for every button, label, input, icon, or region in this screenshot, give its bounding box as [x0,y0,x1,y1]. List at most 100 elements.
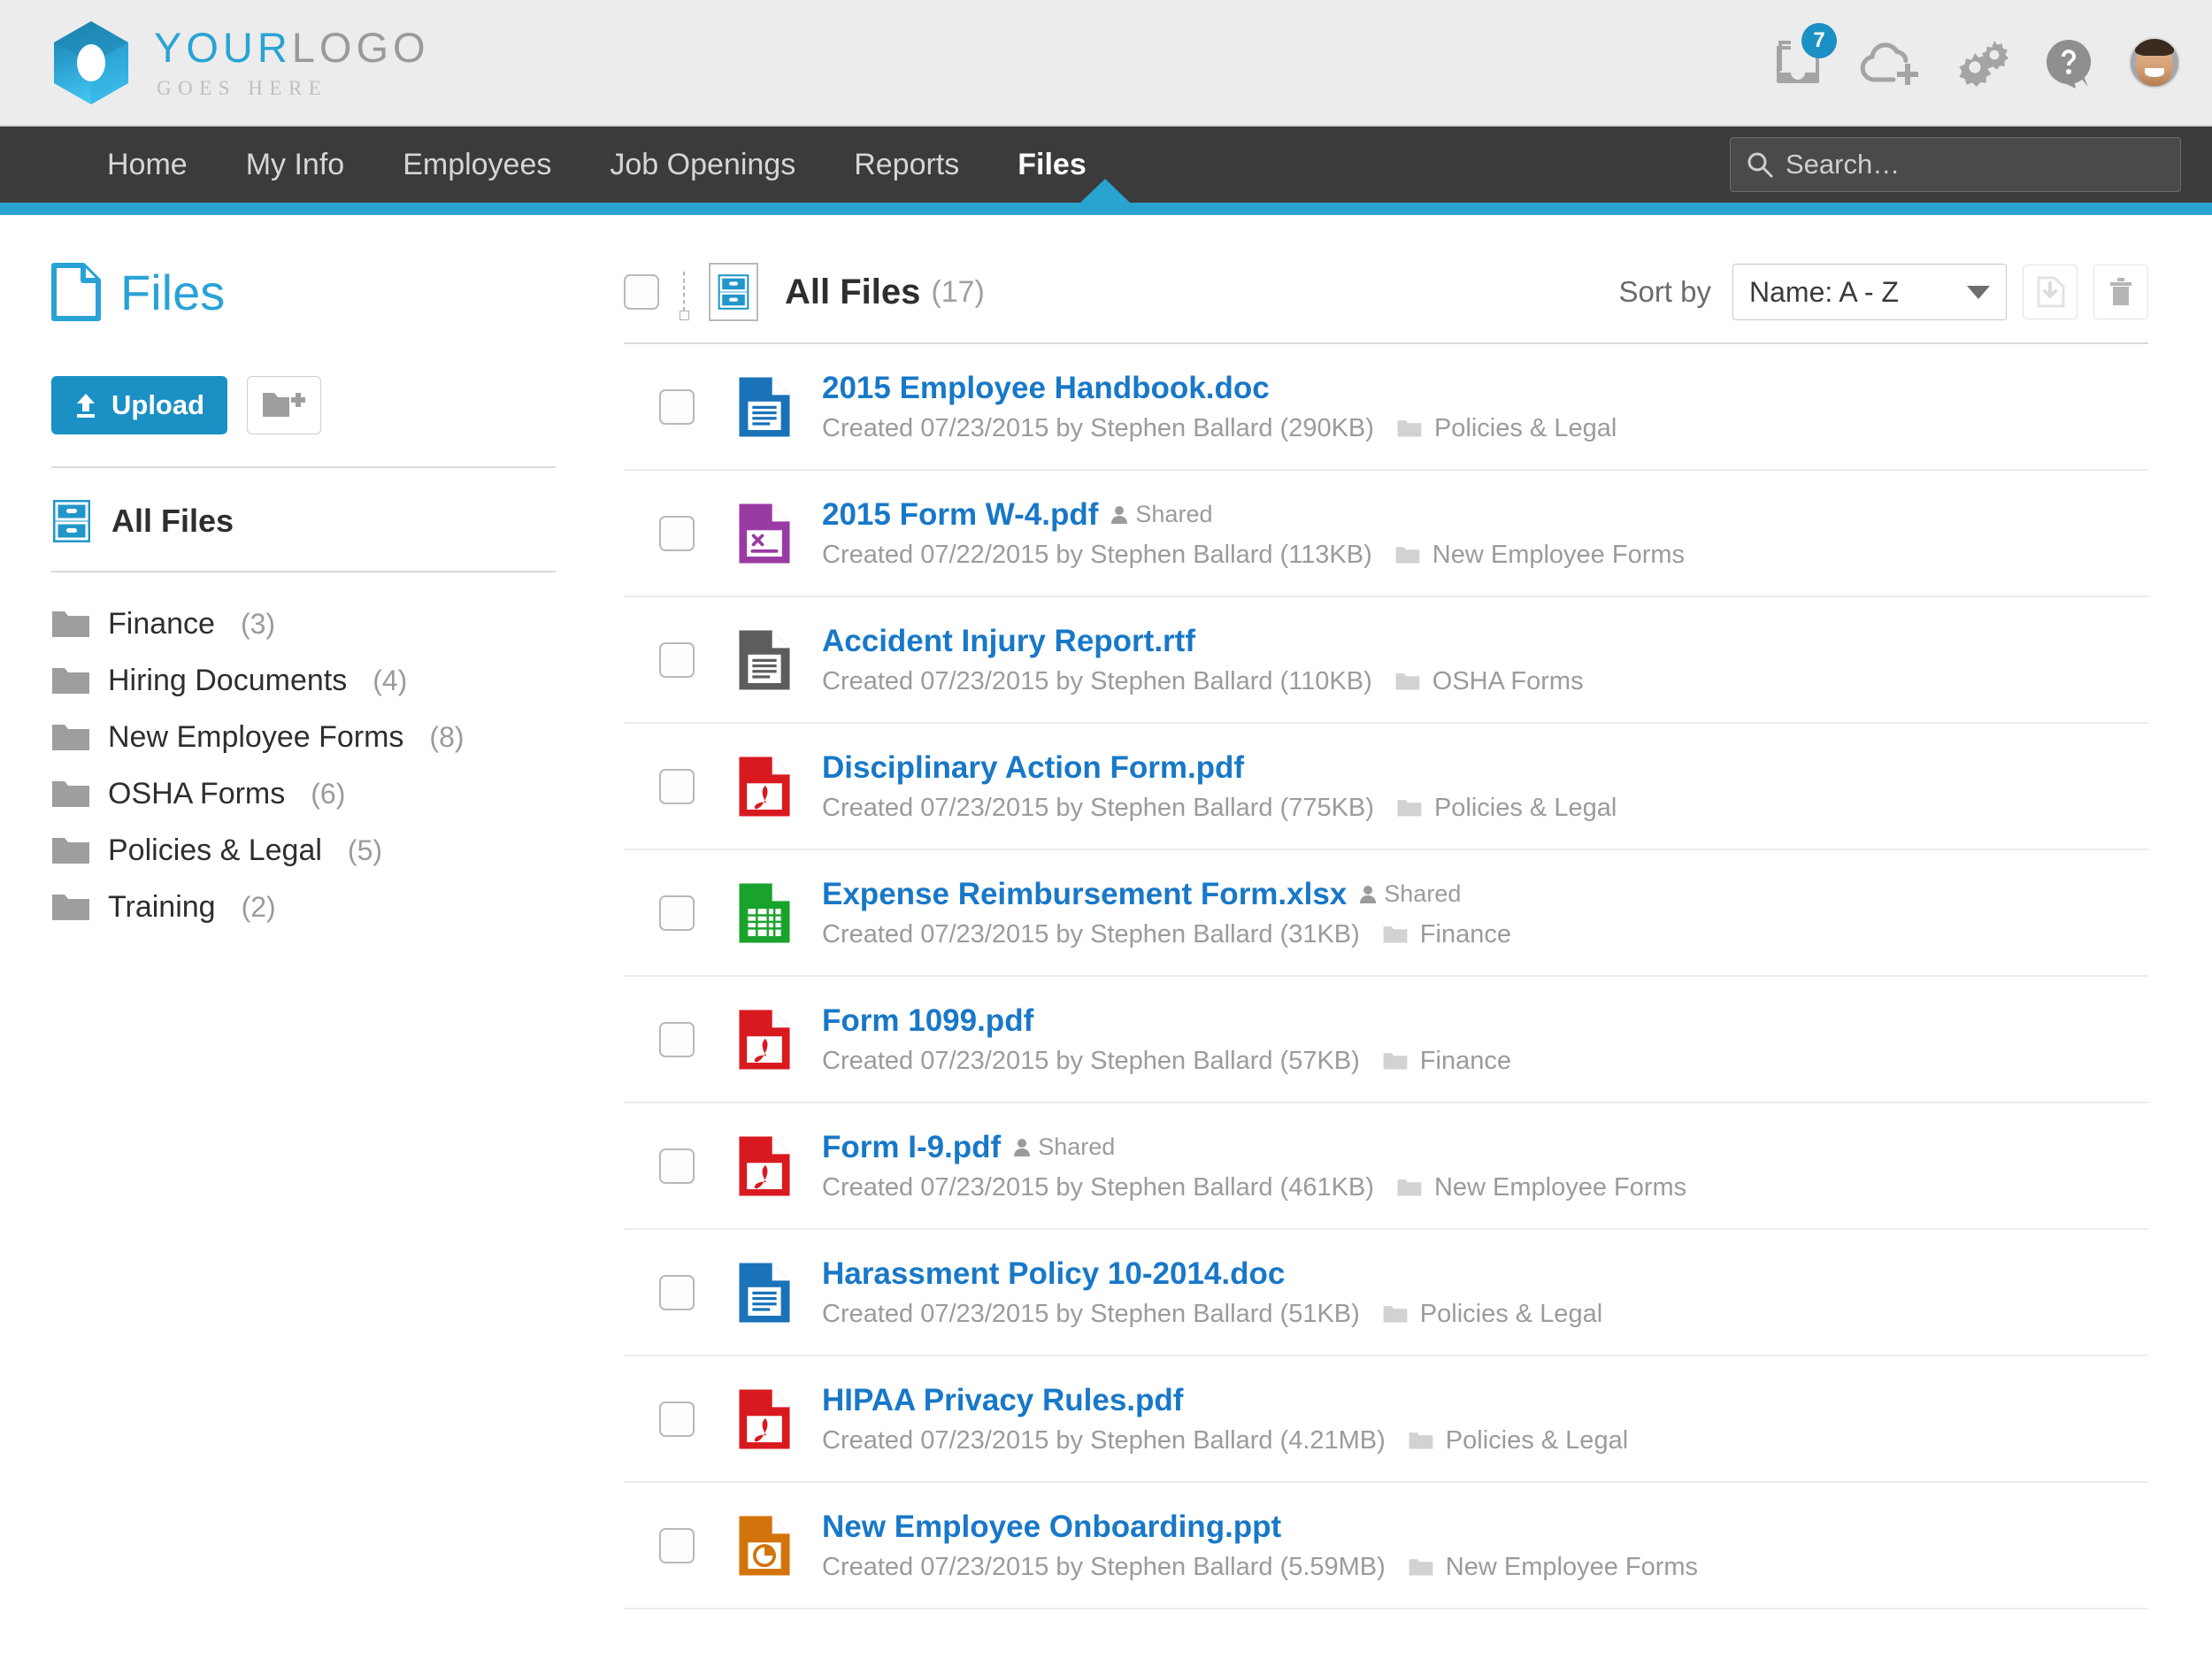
new-folder-icon [263,393,306,417]
file-created-info: Created 07/23/2015 by Stephen Ballard (5… [822,1299,1360,1328]
file-folder[interactable]: Policies & Legal [1383,1300,1602,1329]
file-list-panel: All Files (17) Sort by Name: A - Z 2015 … [624,215,2212,1609]
row-checkbox[interactable] [659,1527,695,1563]
row-checkbox[interactable] [659,515,695,551]
file-folder[interactable]: New Employee Forms [1397,1173,1686,1202]
file-folder[interactable]: Finance [1383,1047,1511,1076]
brand-tagline: GOES HERE [157,77,328,99]
table-row[interactable]: Expense Reimbursement Form.xlsx Shared C… [624,850,2148,977]
cloud-add-icon[interactable] [1858,37,1922,88]
brand-your: YOUR [154,24,292,71]
nav-item-files[interactable]: Files [988,148,1115,182]
table-row[interactable]: Form 1099.pdf Created 07/23/2015 by Step… [624,977,2148,1103]
row-checkbox[interactable] [659,641,695,678]
file-name-link[interactable]: Expense Reimbursement Form.xlsx [822,877,1347,912]
file-name-link[interactable]: Disciplinary Action Form.pdf [822,750,1244,786]
chevron-down-icon [1967,285,1990,299]
folder-count: (2) [241,890,276,923]
nav-item-reports[interactable]: Reports [825,148,988,182]
folder-icon [1397,800,1422,817]
folder-name: OSHA Forms [108,776,286,810]
nav-item-employees[interactable]: Employees [373,148,580,182]
search-icon [1747,152,1773,178]
file-name-link[interactable]: Accident Injury Report.rtf [822,624,1195,659]
file-folder[interactable]: New Employee Forms [1409,1553,1698,1582]
shared-badge: Shared [1013,1133,1115,1161]
file-name-link[interactable]: HIPAA Privacy Rules.pdf [822,1383,1183,1418]
file-folder-name: Policies & Legal [1445,1425,1629,1455]
row-content: New Employee Onboarding.ppt Created 07/2… [822,1509,1698,1582]
active-tab-pointer [1080,179,1130,203]
file-folder[interactable]: Policies & Legal [1409,1426,1628,1455]
file-name-link[interactable]: Harassment Policy 10-2014.doc [822,1256,1285,1292]
table-row[interactable]: Form I-9.pdf Shared Created 07/23/2015 b… [624,1103,2148,1230]
folder-icon [52,725,89,750]
row-content: Expense Reimbursement Form.xlsx Shared C… [822,877,1511,949]
folder-icon [1383,1306,1408,1323]
sidebar-folder-new-employee-forms[interactable]: New Employee Forms (8) [51,709,624,765]
sort-by-select[interactable]: Name: A - Z [1732,264,2007,320]
sidebar-folder-finance[interactable]: Finance (3) [51,595,624,652]
file-folder[interactable]: Finance [1383,920,1511,949]
nav-item-job-openings[interactable]: Job Openings [580,148,825,182]
shared-label: Shared [1135,501,1213,527]
file-folder-name: New Employee Forms [1445,1552,1699,1581]
nav-item-my-info[interactable]: My Info [217,148,373,182]
delete-button[interactable] [2093,265,2148,319]
folder-icon [1383,1053,1408,1070]
file-folder[interactable]: Policies & Legal [1397,794,1617,823]
select-all-checkbox[interactable] [624,274,659,310]
folder-icon [1397,420,1422,437]
row-checkbox[interactable] [659,1148,695,1184]
table-row[interactable]: 2015 Form W-4.pdf Shared Created 07/22/2… [624,471,2148,597]
row-checkbox[interactable] [659,768,695,804]
nav-item-home[interactable]: Home [78,148,217,182]
folder-icon [52,895,89,920]
file-name-link[interactable]: 2015 Employee Handbook.doc [822,371,1270,406]
pdf-file-icon [739,1010,790,1069]
shared-label: Shared [1038,1133,1116,1160]
file-name-link[interactable]: New Employee Onboarding.ppt [822,1509,1281,1545]
upload-button[interactable]: Upload [51,376,228,434]
table-row[interactable]: Accident Injury Report.rtf Created 07/23… [624,597,2148,724]
sidebar-item-all-files[interactable]: All Files [51,468,624,571]
table-row[interactable]: Disciplinary Action Form.pdf Created 07/… [624,724,2148,850]
brand-logo[interactable]: YOURLOGO GOES HERE [53,20,430,105]
nav-item-list: Home My Info Employees Job Openings Repo… [78,148,1116,182]
row-content: HIPAA Privacy Rules.pdf Created 07/23/20… [822,1383,1628,1455]
sidebar: Files Upload All Files Finance (3) Hirin… [0,215,624,1609]
file-folder[interactable]: New Employee Forms [1395,541,1685,570]
person-icon [1111,505,1128,524]
folder-icon [52,611,89,637]
file-name-link[interactable]: Form 1099.pdf [822,1003,1033,1039]
table-row[interactable]: HIPAA Privacy Rules.pdf Created 07/23/20… [624,1356,2148,1483]
sidebar-folder-hiring-documents[interactable]: Hiring Documents (4) [51,652,624,709]
file-folder[interactable]: Policies & Legal [1397,414,1617,443]
help-icon[interactable] [2044,37,2095,88]
download-button[interactable] [2023,265,2078,319]
file-name-link[interactable]: Form I-9.pdf [822,1130,1001,1165]
inbox-icon[interactable]: 7 [1771,22,1837,88]
sidebar-folder-training[interactable]: Training (2) [51,879,624,935]
shared-label: Shared [1384,880,1462,907]
hexagon-logo-icon [54,20,128,104]
avatar[interactable] [2129,36,2180,88]
folder-count: (4) [373,664,408,696]
file-name-link[interactable]: 2015 Form W-4.pdf [822,497,1098,533]
file-list-count: (17) [931,274,985,309]
sidebar-folder-osha-forms[interactable]: OSHA Forms (6) [51,765,624,822]
sidebar-folder-policies-legal[interactable]: Policies & Legal (5) [51,822,624,879]
gear-icon[interactable] [1955,37,2010,88]
file-created-info: Created 07/23/2015 by Stephen Ballard (2… [822,413,1374,442]
row-checkbox[interactable] [659,1401,695,1437]
new-folder-button[interactable] [247,376,322,434]
table-row[interactable]: Harassment Policy 10-2014.doc Created 07… [624,1230,2148,1356]
row-checkbox[interactable] [659,1274,695,1310]
table-row[interactable]: 2015 Employee Handbook.doc Created 07/23… [624,344,2148,471]
row-checkbox[interactable] [659,1021,695,1057]
file-folder[interactable]: OSHA Forms [1395,667,1584,696]
search-input[interactable]: Search… [1730,137,2181,192]
row-checkbox[interactable] [659,895,695,931]
row-checkbox[interactable] [659,388,695,425]
table-row[interactable]: New Employee Onboarding.ppt Created 07/2… [624,1483,2148,1609]
